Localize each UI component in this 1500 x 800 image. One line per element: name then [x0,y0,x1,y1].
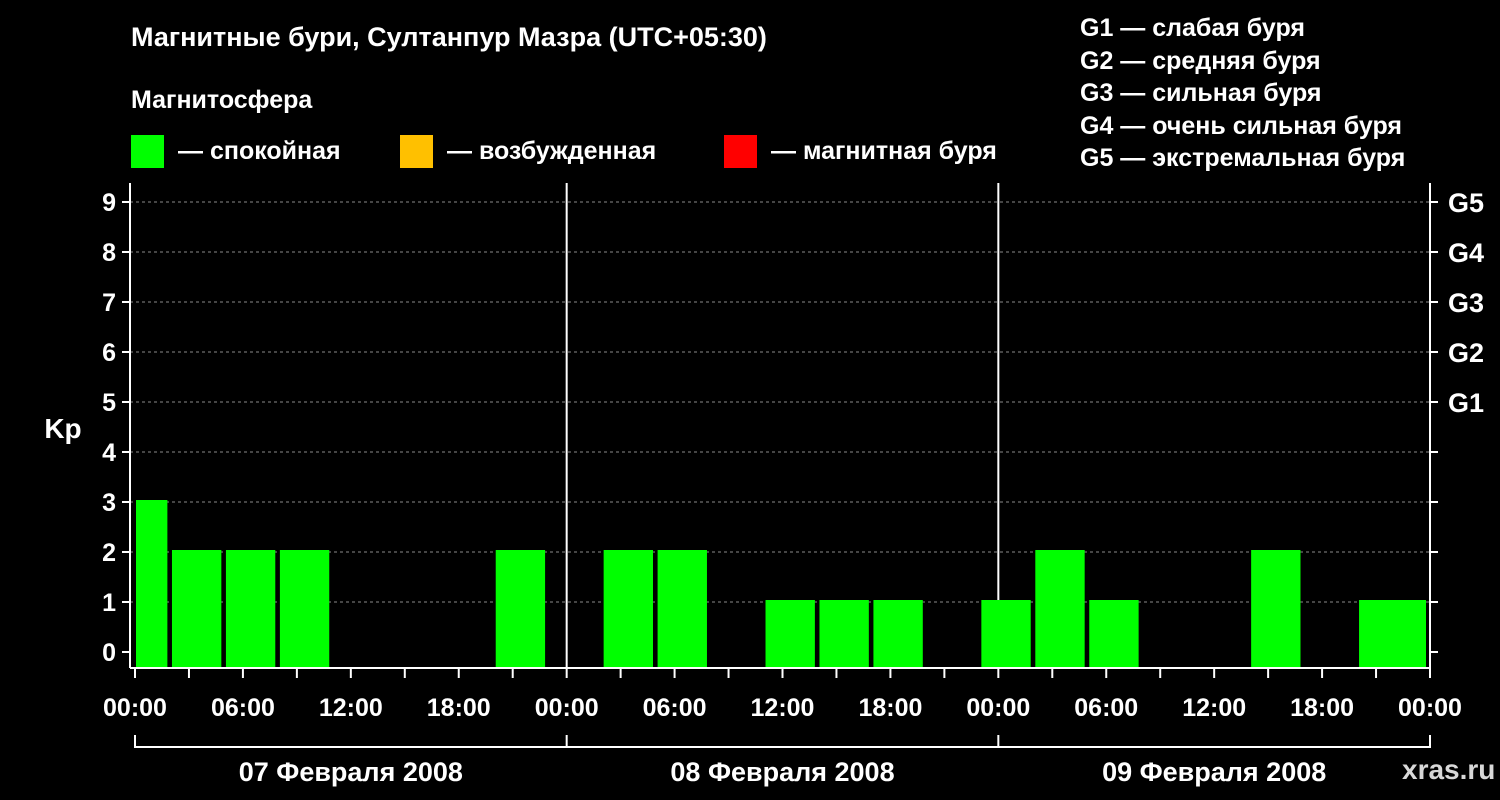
x-tick-label: 00:00 [1398,694,1462,722]
g-scale-tick-label: G2 [1448,338,1484,368]
x-tick-label: 12:00 [751,694,815,722]
kp-bar [225,550,276,667]
y-tick-label: 3 [102,489,116,517]
x-tick-label: 06:00 [1074,694,1138,722]
kp-bar [981,600,1031,667]
g-scale-tick-label: G4 [1448,238,1484,268]
day-label: 08 Февраля 2008 [670,757,894,787]
kp-bar [171,550,222,667]
kp-bar [603,550,653,667]
watermark: xras.ru [1402,754,1496,785]
kp-bar [657,550,707,667]
g-scale-tick-label: G5 [1448,188,1484,218]
y-tick-label: 0 [102,639,116,667]
y-tick-label: 4 [102,439,116,467]
kp-bar [1089,600,1139,667]
x-tick-label: 00:00 [966,694,1030,722]
y-tick-label: 6 [102,339,116,367]
y-tick-label: 8 [102,239,116,267]
y-tick-label: 1 [102,589,116,617]
x-tick-label: 18:00 [427,694,491,722]
kp-bar [136,500,168,667]
x-tick-label: 18:00 [858,694,922,722]
kp-bar [495,550,546,667]
kp-bar [765,600,815,667]
day-label: 09 Февраля 2008 [1102,757,1326,787]
x-tick-label: 00:00 [535,694,599,722]
x-tick-label: 00:00 [103,694,167,722]
kp-bar [1251,550,1301,667]
g-scale-tick-label: G1 [1448,388,1484,418]
g-scale-tick-label: G3 [1448,288,1484,318]
x-tick-label: 12:00 [319,694,383,722]
y-tick-label: 9 [102,189,116,217]
kp-bar [1359,600,1426,667]
x-tick-label: 06:00 [211,694,275,722]
y-tick-label: 2 [102,539,116,567]
kp-chart: 0 1 2 3 4 5 6 7 8 9 G1 G2 G3 G4 G5 Kp 00:00 06:00 12:00 18:… [44,183,1484,787]
y-axis-label: Kp [44,413,81,444]
day-label: 07 Февраля 2008 [239,757,463,787]
x-tick-label: 06:00 [643,694,707,722]
x-tick-label: 18:00 [1290,694,1354,722]
kp-bar [1035,550,1085,667]
x-tick-label: 12:00 [1182,694,1246,722]
y-tick-label: 5 [102,389,116,417]
kp-bar [873,600,923,667]
kp-bar [819,600,869,667]
y-tick-label: 7 [102,289,116,317]
kp-bar [279,550,330,667]
